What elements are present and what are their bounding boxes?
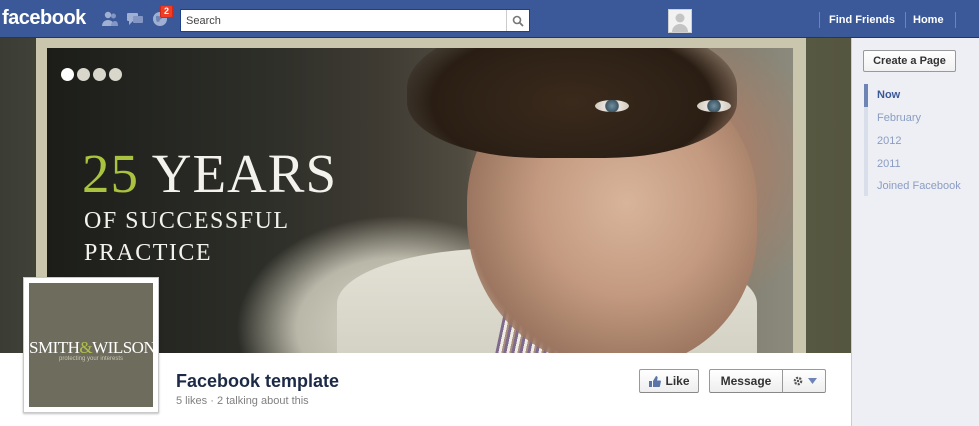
nav-home[interactable]: Home [913, 14, 944, 26]
thumbs-up-icon [649, 375, 662, 387]
timeline-item-joined[interactable]: Joined Facebook [864, 176, 961, 196]
friend-requests-icon[interactable] [101, 10, 119, 28]
right-column: Create a Page Now February 2012 2011 Joi… [851, 38, 979, 426]
gear-icon [793, 376, 802, 386]
top-bar: facebook 2 Find Friends Home [0, 0, 979, 38]
firm-logo-text: SMITH&WILSON [29, 338, 156, 358]
slide-dot[interactable] [61, 68, 74, 81]
slide-dot[interactable] [93, 68, 106, 81]
firm-logo: SMITH&WILSON protecting your interests [29, 283, 156, 407]
main-content: 25 YEARS OF SUCCESSFUL PRACTICE SMITH&WI… [0, 38, 851, 426]
timeline-item-now[interactable]: Now [864, 84, 961, 107]
logo-text-left: SMITH [29, 338, 80, 357]
headline-word: YEARS [151, 143, 338, 204]
firm-tagline: protecting your interests [58, 356, 124, 362]
timeline-item-2012[interactable]: 2012 [864, 130, 961, 153]
cover-eye-left [595, 100, 629, 112]
search-icon [512, 15, 524, 27]
timeline-nav: Now February 2012 2011 Joined Facebook [864, 84, 961, 196]
nav-divider [819, 12, 820, 28]
facebook-logo[interactable]: facebook [2, 7, 86, 30]
profile-picture[interactable]: SMITH&WILSON protecting your interests [23, 277, 159, 413]
message-label: Message [720, 374, 772, 388]
cover-headline: 25 YEARS [82, 146, 337, 201]
slide-indicators [61, 68, 122, 81]
user-avatar[interactable] [668, 9, 692, 33]
slide-dot[interactable] [109, 68, 122, 81]
like-label: Like [665, 374, 690, 388]
notifications-badge: 2 [160, 5, 174, 18]
timeline-item-2011[interactable]: 2011 [864, 153, 961, 176]
messages-icon[interactable] [126, 10, 144, 28]
logo-text-right: WILSON [92, 338, 156, 357]
message-button[interactable]: Message [709, 369, 783, 393]
nav-find-friends[interactable]: Find Friends [829, 14, 895, 26]
cover-subline-1: OF SUCCESSFUL [84, 208, 290, 234]
headline-number: 25 [82, 143, 139, 204]
page-options-button[interactable] [782, 369, 826, 393]
slide-dot[interactable] [77, 68, 90, 81]
create-page-button[interactable]: Create a Page [863, 50, 956, 72]
page-title[interactable]: Facebook template [176, 371, 339, 392]
cover-hair [407, 48, 737, 158]
logo-ampersand: & [79, 338, 93, 357]
search-input[interactable] [181, 10, 501, 31]
timeline-item-february[interactable]: February [864, 107, 961, 130]
cover-eye-right [697, 100, 731, 112]
page-stats: 5 likes · 2 talking about this [176, 395, 309, 407]
search-box[interactable] [180, 9, 530, 32]
chevron-down-icon [807, 378, 817, 384]
cover-subline-2: PRACTICE [84, 240, 213, 266]
nav-divider [955, 12, 956, 28]
nav-divider [905, 12, 906, 28]
search-button[interactable] [506, 10, 529, 31]
like-button[interactable]: Like [639, 369, 699, 393]
